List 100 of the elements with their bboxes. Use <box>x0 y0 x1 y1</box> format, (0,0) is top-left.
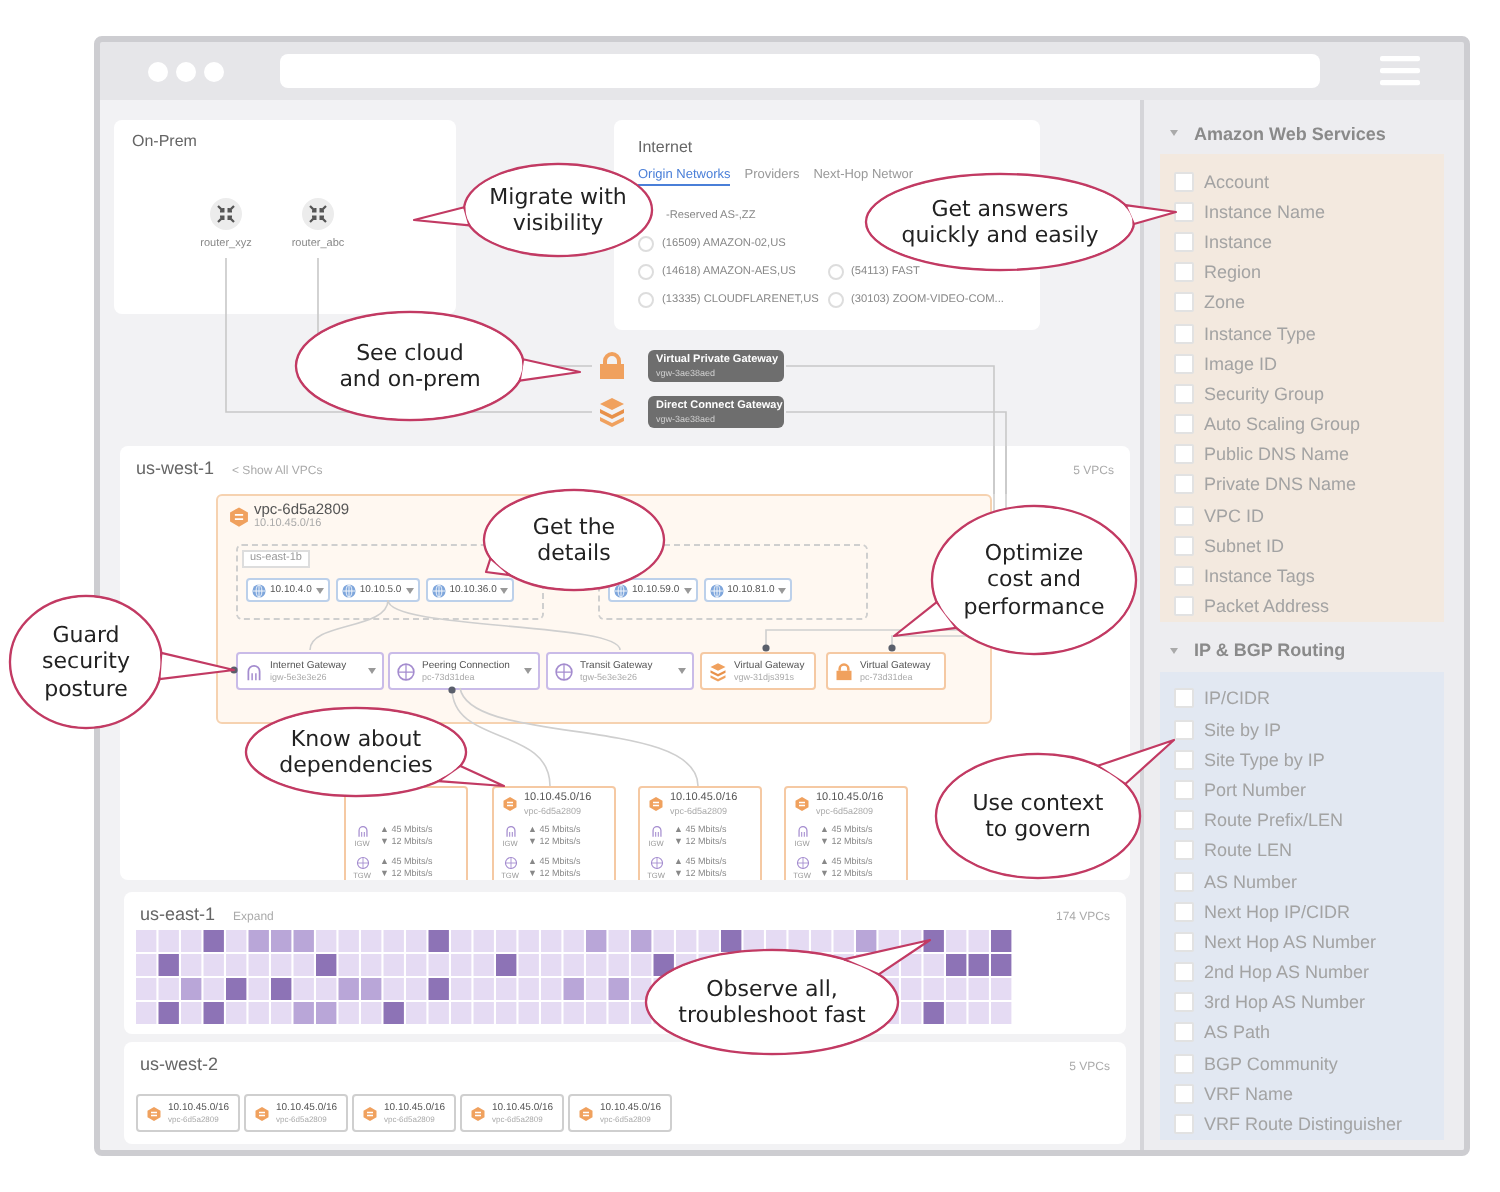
checkbox[interactable] <box>1174 474 1194 495</box>
checkbox[interactable] <box>1174 1022 1194 1043</box>
checkbox[interactable] <box>1174 292 1194 313</box>
checkbox[interactable] <box>1174 171 1194 192</box>
region-title: us-west-1 <box>136 458 215 478</box>
callout-text: Know about dependencies <box>279 725 433 779</box>
layers-icon <box>596 396 628 428</box>
checkbox[interactable] <box>1174 749 1194 770</box>
checkbox[interactable] <box>1174 535 1194 556</box>
field-label: Zone <box>1204 292 1246 313</box>
globe-icon <box>795 856 809 870</box>
checkbox[interactable] <box>1174 201 1194 222</box>
checkbox[interactable] <box>1174 231 1194 252</box>
callout-text: Optimize cost and performance <box>963 539 1105 621</box>
dot-icon <box>176 61 196 81</box>
callout-text: Guard security posture <box>42 621 130 703</box>
checkbox[interactable] <box>1174 262 1194 283</box>
arch-icon <box>244 661 264 681</box>
region-title: us-west-2 <box>140 1054 219 1074</box>
checkbox[interactable] <box>1174 719 1194 740</box>
field-label: Next Hop AS Number <box>1204 931 1377 952</box>
field-label: Route Prefix/LEN <box>1204 810 1344 831</box>
field-label: AS Path <box>1204 1022 1271 1043</box>
checkbox[interactable] <box>1174 962 1194 983</box>
card-title: Internet <box>638 138 695 158</box>
hexagon-icon <box>362 1105 378 1121</box>
caret-icon[interactable] <box>1170 130 1178 136</box>
layers-icon <box>708 661 728 681</box>
checkbox[interactable] <box>1174 688 1194 709</box>
checkbox[interactable] <box>1174 566 1194 587</box>
hexagon-icon <box>648 796 664 812</box>
globe-icon <box>649 856 663 870</box>
arrows-icon <box>302 198 334 230</box>
menu-icon[interactable] <box>1380 55 1420 87</box>
callout-text: Use context to govern <box>972 789 1104 843</box>
field-label: Private DNS Name <box>1204 474 1357 495</box>
caret-icon <box>315 587 324 593</box>
checkbox[interactable] <box>1174 444 1194 465</box>
checkbox[interactable] <box>1174 1114 1194 1135</box>
checkbox[interactable] <box>1174 840 1194 861</box>
arrows-icon <box>210 198 242 230</box>
region-title: us-east-1 <box>140 904 216 924</box>
hexagon-icon <box>254 1105 270 1121</box>
arch-icon <box>355 824 369 838</box>
field-label: BGP Community <box>1204 1053 1338 1074</box>
hexagon-icon <box>228 506 250 528</box>
field-label: VRF Name <box>1204 1083 1294 1104</box>
field-label: VRF Route Distinguisher <box>1204 1114 1403 1135</box>
caret-icon <box>778 587 787 593</box>
globe-icon <box>431 583 446 597</box>
checkbox[interactable] <box>1174 353 1194 374</box>
radio-button[interactable] <box>638 264 654 280</box>
checkbox[interactable] <box>1174 323 1194 344</box>
hexagon-icon <box>470 1105 486 1121</box>
callout-text: Get answers quickly and easily <box>901 195 1099 249</box>
radio-button[interactable] <box>827 292 843 308</box>
connector-dot <box>888 644 896 652</box>
checkbox[interactable] <box>1174 779 1194 800</box>
arch-icon <box>649 824 663 838</box>
field-label: Instance Name <box>1204 201 1326 222</box>
field-label: Next Hop IP/CIDR <box>1204 901 1351 922</box>
connector-dot <box>762 644 770 652</box>
checkbox[interactable] <box>1174 505 1194 526</box>
radio-button[interactable] <box>827 264 843 280</box>
checkbox[interactable] <box>1174 871 1194 892</box>
group-title: Amazon Web Services <box>1194 123 1386 143</box>
checkbox[interactable] <box>1174 383 1194 404</box>
field-label: Account <box>1204 171 1270 192</box>
globe-icon <box>709 583 724 597</box>
checkbox[interactable] <box>1174 992 1194 1013</box>
connector-dot <box>448 686 456 694</box>
arch-icon <box>795 824 809 838</box>
field-label: Image ID <box>1204 353 1278 374</box>
checkbox[interactable] <box>1174 1083 1194 1104</box>
field-label: Instance Tags <box>1204 566 1315 587</box>
address-bar[interactable] <box>280 54 1320 88</box>
checkbox[interactable] <box>1174 901 1194 922</box>
checkbox[interactable] <box>1174 414 1194 435</box>
group-title: IP & BGP Routing <box>1194 640 1346 661</box>
field-label: Subnet ID <box>1204 535 1285 556</box>
caret-icon <box>683 587 692 593</box>
globe-icon <box>252 583 266 597</box>
globe-icon <box>614 583 628 597</box>
checkbox[interactable] <box>1174 931 1194 952</box>
field-label: Auto Scaling Group <box>1204 414 1361 435</box>
arch-icon <box>503 824 517 838</box>
globe-icon <box>554 661 574 681</box>
field-label: Region <box>1204 262 1262 283</box>
checkbox[interactable] <box>1174 596 1194 617</box>
lock-icon <box>596 350 628 382</box>
hexagon-icon <box>578 1105 594 1121</box>
field-label: Site by IP <box>1204 719 1282 740</box>
field-label: Security Group <box>1204 383 1325 404</box>
checkbox[interactable] <box>1174 1053 1194 1074</box>
field-label: IP/CIDR <box>1204 688 1271 709</box>
globe-icon <box>503 856 517 870</box>
caret-icon[interactable] <box>1170 647 1178 654</box>
caret-icon <box>405 587 414 593</box>
radio-button[interactable] <box>638 292 654 308</box>
checkbox[interactable] <box>1174 810 1194 831</box>
